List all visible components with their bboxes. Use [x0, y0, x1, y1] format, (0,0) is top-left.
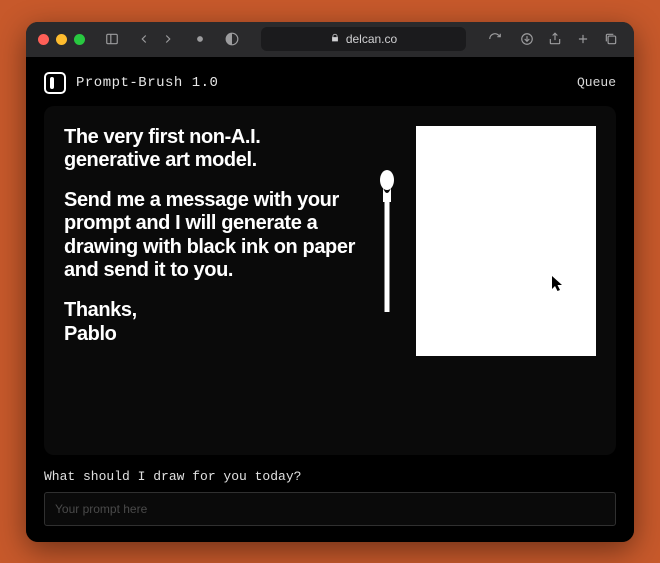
reader-mode-button[interactable] [221, 28, 243, 50]
prompt-input[interactable] [44, 492, 616, 526]
tabs-overview-button[interactable] [600, 28, 622, 50]
toolbar-right [516, 28, 622, 50]
paper-canvas[interactable] [416, 126, 596, 356]
close-window-button[interactable] [38, 34, 49, 45]
hero-copy: The very first non-A.I. generative art m… [64, 126, 358, 431]
reload-button[interactable] [484, 28, 506, 50]
address-bar[interactable]: delcan.co [261, 27, 466, 51]
brand-logo-icon [44, 72, 66, 94]
downloads-button[interactable] [516, 28, 538, 50]
queue-link[interactable]: Queue [577, 75, 616, 90]
cursor-icon [552, 276, 564, 292]
paintbrush-icon [372, 126, 402, 431]
app-title: Prompt-Brush 1.0 [76, 75, 218, 91]
hero-signoff-name: Pablo [64, 323, 116, 345]
page-content: Prompt-Brush 1.0 Queue The very first no… [26, 58, 634, 542]
new-tab-button[interactable] [572, 28, 594, 50]
titlebar: delcan.co [26, 22, 634, 58]
brand[interactable]: Prompt-Brush 1.0 [44, 72, 218, 94]
window-controls [38, 34, 85, 45]
hero-signoff: Thanks, Pablo [64, 299, 358, 346]
nav-arrows [133, 28, 179, 50]
forward-button[interactable] [157, 28, 179, 50]
lock-icon [330, 32, 340, 46]
hero-paragraph-1: The very first non-A.I. generative art m… [64, 126, 358, 173]
share-button[interactable] [544, 28, 566, 50]
privacy-report-button[interactable] [189, 28, 211, 50]
back-button[interactable] [133, 28, 155, 50]
hero-signoff-thanks: Thanks, [64, 299, 137, 321]
minimize-window-button[interactable] [56, 34, 67, 45]
hero-panel: The very first non-A.I. generative art m… [44, 106, 616, 455]
prompt-section: What should I draw for you today? [44, 469, 616, 526]
app-header: Prompt-Brush 1.0 Queue [44, 72, 616, 94]
address-bar-text: delcan.co [346, 32, 397, 46]
browser-window: delcan.co Prompt-Brush 1.0 [26, 22, 634, 542]
sidebar-toggle-button[interactable] [101, 28, 123, 50]
maximize-window-button[interactable] [74, 34, 85, 45]
hero-paragraph-2: Send me a message with your prompt and I… [64, 189, 358, 283]
prompt-label: What should I draw for you today? [44, 469, 616, 484]
